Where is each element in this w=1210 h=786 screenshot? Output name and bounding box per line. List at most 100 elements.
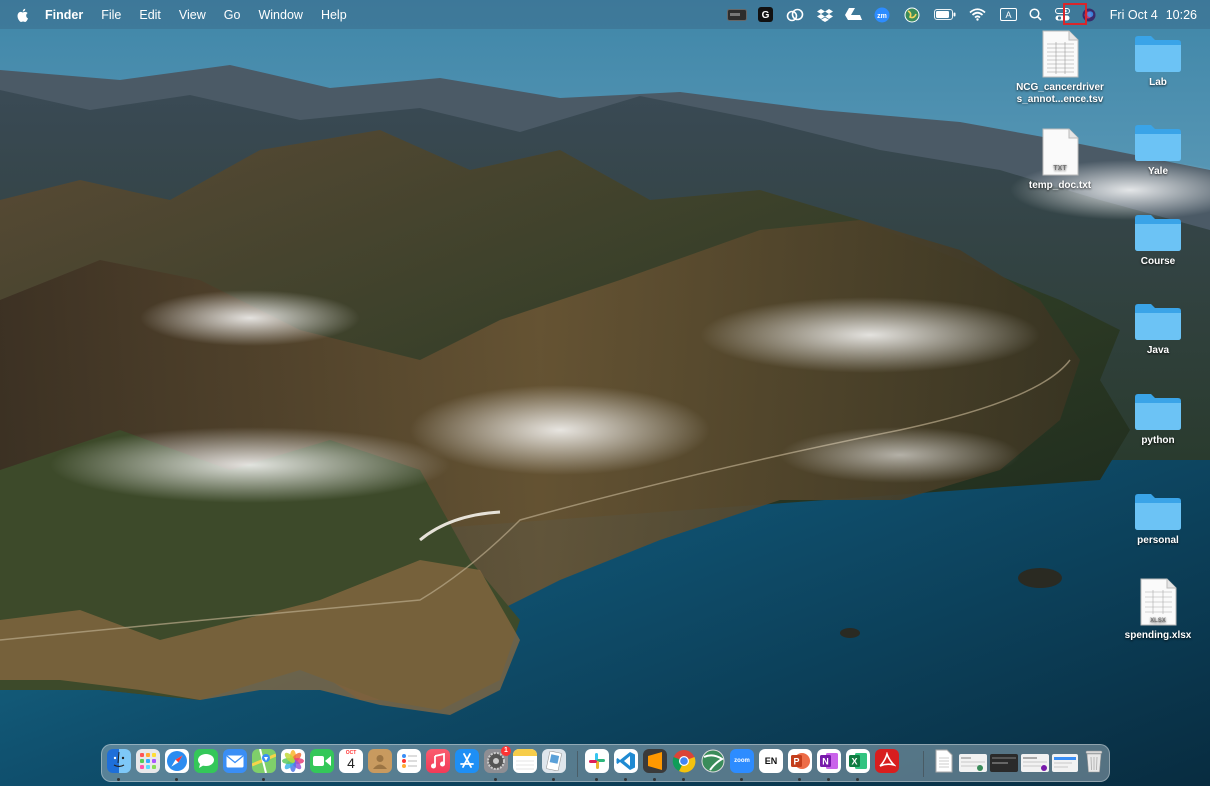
desktop-folder-lab-label: Lab: [1149, 77, 1167, 88]
menu-window[interactable]: Window: [258, 8, 302, 22]
dock-facetime-icon[interactable]: [310, 749, 334, 773]
dock-sublime-text-icon[interactable]: [643, 749, 667, 773]
dock-launchpad-icon[interactable]: [136, 749, 160, 773]
menu-bar-date: Fri Oct 4: [1109, 7, 1158, 22]
xlsx-badge: XLSX: [1150, 618, 1166, 624]
dock-maps-icon[interactable]: [252, 749, 276, 773]
desktop-folder-yale[interactable]: Yale: [1103, 122, 1210, 178]
dock-app-store-icon[interactable]: [455, 749, 479, 773]
apple-menu-icon[interactable]: [15, 7, 31, 23]
dock-running-indicator: [653, 778, 656, 781]
dock-preview-icon[interactable]: [542, 749, 566, 773]
dock-minimized-window-3[interactable]: [1021, 754, 1049, 772]
folder-icon: [1135, 36, 1181, 72]
wifi-icon[interactable]: [962, 0, 994, 29]
desktop-folder-python[interactable]: python: [1103, 391, 1210, 447]
dock-safari-icon[interactable]: [165, 749, 189, 773]
dock-slack-icon[interactable]: [585, 749, 609, 773]
input-source-icon[interactable]: A: [994, 0, 1024, 29]
creative-cloud-icon[interactable]: [780, 0, 810, 29]
desktop-folder-personal[interactable]: personal: [1103, 491, 1210, 547]
google-drive-icon[interactable]: [840, 0, 868, 29]
desktop-file-txt[interactable]: TXT temp_doc.txt: [1005, 128, 1115, 192]
dock-running-indicator: [827, 778, 830, 781]
dock-minimized-window-2[interactable]: [990, 754, 1018, 772]
system-preferences-badge: 1: [501, 746, 511, 756]
dropbox-icon[interactable]: [810, 0, 840, 29]
menu-go[interactable]: Go: [224, 8, 241, 22]
menu-help[interactable]: Help: [321, 8, 347, 22]
dock-zoom-icon[interactable]: zoom: [730, 749, 754, 773]
folder-icon: [1135, 215, 1181, 251]
dock-running-indicator: [682, 778, 685, 781]
dock-running-indicator: [856, 778, 859, 781]
svg-text:G: G: [762, 10, 770, 21]
battery-icon[interactable]: [928, 0, 962, 29]
menu-file[interactable]: File: [101, 8, 121, 22]
dock-powerpoint-icon[interactable]: P: [788, 749, 812, 773]
dock-messages-icon[interactable]: [194, 749, 218, 773]
menu-app-finder[interactable]: Finder: [45, 8, 83, 22]
dock-reminders-icon[interactable]: [397, 749, 421, 773]
desktop-folder-yale-label: Yale: [1147, 166, 1169, 177]
globe-icon[interactable]: [896, 0, 928, 29]
dock-running-indicator: [740, 778, 743, 781]
dock-trash-icon[interactable]: [1082, 749, 1106, 773]
menu-view[interactable]: View: [179, 8, 206, 22]
dock-system-preferences-icon[interactable]: 1: [484, 746, 511, 773]
desktop-folder-java-label: Java: [1146, 345, 1170, 356]
spreadsheet-document-icon: XLSX: [1140, 578, 1177, 626]
dock-photos-icon[interactable]: [281, 749, 305, 773]
spotlight-search-icon[interactable]: [1024, 0, 1048, 29]
input-source-label: A: [1006, 10, 1012, 20]
dock-minimized-window-4[interactable]: [1052, 754, 1078, 772]
svg-text:N: N: [822, 757, 829, 767]
desktop-folder-python-label: python: [1141, 435, 1175, 446]
menu-bar-clock[interactable]: Fri Oct 4 10:26: [1110, 8, 1197, 22]
zoom-icon[interactable]: zm: [868, 0, 896, 29]
svg-text:X: X: [851, 757, 857, 767]
dock-music-icon[interactable]: [426, 749, 450, 773]
dock-acrobat-icon[interactable]: [875, 749, 899, 773]
dock-en-icon[interactable]: EN: [759, 749, 783, 773]
dock-separator: [923, 751, 924, 777]
desktop-file-txt-label: temp_doc.txt: [1028, 180, 1092, 191]
desktop-folder-lab[interactable]: Lab: [1103, 33, 1210, 89]
dock-excel-icon[interactable]: X: [846, 749, 870, 773]
spreadsheet-document-icon: [1042, 30, 1079, 78]
dock-running-indicator: [262, 778, 265, 781]
folder-icon: [1135, 394, 1181, 430]
dock-calendar-icon[interactable]: OCT 4: [339, 749, 363, 773]
calendar-day: 4: [347, 755, 355, 771]
dock-finder-icon[interactable]: [107, 749, 131, 773]
dock-separator: [577, 751, 578, 777]
folder-icon: [1135, 304, 1181, 340]
dock-contacts-icon[interactable]: [368, 749, 392, 773]
control-center-highlight: [1063, 3, 1087, 25]
dock-minimized-window-1[interactable]: [959, 754, 987, 772]
disk-icon[interactable]: [722, 0, 752, 29]
dock-running-indicator: [624, 778, 627, 781]
dock-onenote-icon[interactable]: N: [817, 749, 841, 773]
desktop-file-tsv[interactable]: NCG_cancerdriver s_annot...ence.tsv: [1005, 30, 1115, 106]
txt-badge: TXT: [1053, 165, 1067, 172]
dock-running-indicator: [595, 778, 598, 781]
folder-icon: [1135, 494, 1181, 530]
dock-google-earth-icon[interactable]: [701, 749, 725, 773]
dock-documents-stack-icon[interactable]: [932, 749, 956, 773]
desktop-folder-java[interactable]: Java: [1103, 301, 1210, 357]
dock-notes-icon[interactable]: [513, 749, 537, 773]
menu-edit[interactable]: Edit: [139, 8, 161, 22]
dock-mail-icon[interactable]: [223, 749, 247, 773]
dock-chrome-icon[interactable]: [672, 749, 696, 773]
desktop-folder-course[interactable]: Course: [1103, 212, 1210, 268]
folder-icon: [1135, 125, 1181, 161]
dock-vscode-icon[interactable]: [614, 749, 638, 773]
desktop-wallpaper: [0, 0, 1210, 786]
desktop-file-xlsx[interactable]: XLSX spending.xlsx: [1103, 578, 1210, 642]
dock-running-indicator: [117, 778, 120, 781]
grammarly-icon[interactable]: G: [752, 0, 780, 29]
dock-running-indicator: [494, 778, 497, 781]
menu-bar: Finder File Edit View Go Window Help G z…: [0, 0, 1210, 29]
svg-text:P: P: [793, 757, 799, 767]
